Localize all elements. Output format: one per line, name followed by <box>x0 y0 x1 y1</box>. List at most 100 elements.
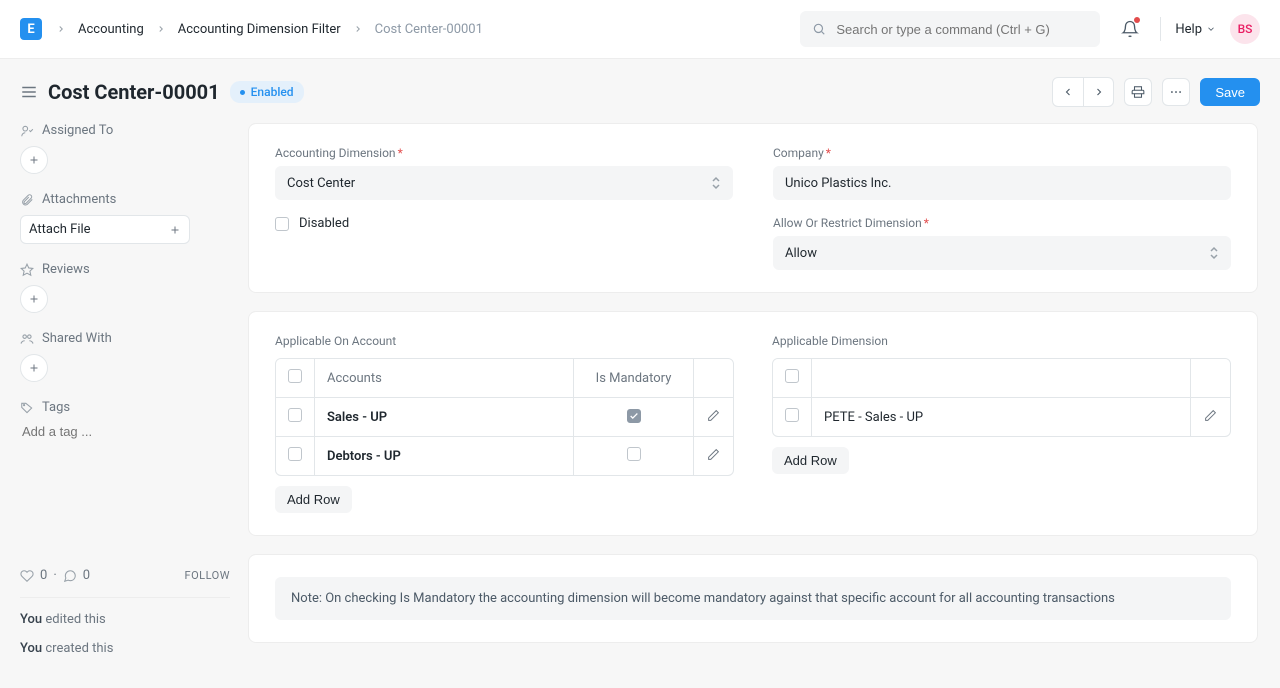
company-label: Company* <box>773 146 1231 160</box>
account-cell[interactable]: Sales - UP <box>314 398 573 437</box>
tables-card: Applicable On Account Accounts Is Mandat… <box>248 311 1258 536</box>
account-cell[interactable]: Debtors - UP <box>314 437 573 475</box>
applicable-dimension-title: Applicable Dimension <box>772 334 1231 348</box>
edit-row-button[interactable] <box>707 409 720 422</box>
notification-dot-icon <box>1134 17 1140 23</box>
mandatory-checkbox[interactable] <box>627 409 641 423</box>
activity-edited: You edited this <box>20 612 230 627</box>
page-header: Cost Center-00001 Enabled Save <box>0 59 1280 123</box>
nav-separator <box>1160 17 1161 41</box>
chevron-right-icon <box>353 24 363 34</box>
allow-restrict-select[interactable]: Allow <box>773 236 1231 270</box>
accounting-dimension-value: Cost Center <box>287 176 355 191</box>
paperclip-icon <box>20 193 34 207</box>
breadcrumb-item-filter[interactable]: Accounting Dimension Filter <box>178 22 341 37</box>
plus-icon <box>169 224 181 236</box>
attachments-text: Attachments <box>42 192 116 207</box>
next-record-button[interactable] <box>1083 78 1113 106</box>
add-share-button[interactable] <box>20 354 48 382</box>
company-value: Unico Plastics Inc. <box>785 176 891 191</box>
breadcrumb-item-accounting[interactable]: Accounting <box>78 22 144 37</box>
sidebar-toggle-button[interactable] <box>20 83 38 101</box>
table-row: PETE - Sales - UP <box>773 398 1230 436</box>
allow-restrict-value: Allow <box>785 246 817 261</box>
edit-row-button[interactable] <box>1204 409 1217 422</box>
dimension-header <box>811 359 1190 398</box>
assigned-to-label: Assigned To <box>20 123 230 138</box>
more-actions-button[interactable] <box>1162 78 1190 106</box>
accounts-header: Accounts <box>314 359 573 398</box>
updown-icon <box>711 176 721 190</box>
edit-row-button[interactable] <box>707 448 720 461</box>
breadcrumb: Accounting Accounting Dimension Filter C… <box>56 22 483 37</box>
notifications-button[interactable] <box>1114 13 1146 45</box>
assigned-to-text: Assigned To <box>42 123 113 138</box>
attachments-label: Attachments <box>20 192 230 207</box>
allow-restrict-label: Allow Or Restrict Dimension* <box>773 216 1231 230</box>
activity-who: You <box>20 612 42 627</box>
global-search[interactable] <box>800 11 1100 47</box>
mandatory-checkbox[interactable] <box>627 447 641 461</box>
main-content: Accounting Dimension* Cost Center Disabl… <box>248 123 1260 670</box>
heart-icon[interactable] <box>20 569 34 583</box>
activity-rest: created this <box>42 641 113 656</box>
status-badge-text: Enabled <box>251 85 294 99</box>
shared-with-label: Shared With <box>20 331 230 346</box>
reviews-text: Reviews <box>42 262 90 277</box>
accounting-dimension-label: Accounting Dimension* <box>275 146 733 160</box>
row-checkbox[interactable] <box>785 408 799 422</box>
star-icon <box>20 263 34 277</box>
page-title: Cost Center-00001 <box>48 80 220 104</box>
add-account-row-button[interactable]: Add Row <box>275 486 352 513</box>
chevron-right-icon <box>56 24 66 34</box>
note-card: Note: On checking Is Mandatory the accou… <box>248 554 1258 643</box>
tag-input[interactable] <box>20 423 230 440</box>
add-dimension-row-button[interactable]: Add Row <box>772 447 849 474</box>
mandatory-note: Note: On checking Is Mandatory the accou… <box>275 577 1231 620</box>
user-check-icon <box>20 124 34 138</box>
row-checkbox[interactable] <box>288 408 302 422</box>
row-checkbox[interactable] <box>288 447 302 461</box>
chevron-right-icon <box>156 24 166 34</box>
status-dot-icon <box>240 90 245 95</box>
company-select[interactable]: Unico Plastics Inc. <box>773 166 1231 200</box>
activity-rest: edited this <box>42 612 106 627</box>
top-navbar: E Accounting Accounting Dimension Filter… <box>0 0 1280 59</box>
updown-icon <box>1209 246 1219 260</box>
select-all-accounts-checkbox[interactable] <box>288 369 302 383</box>
activity-who: You <box>20 641 42 656</box>
tag-icon <box>20 401 34 415</box>
reviews-label: Reviews <box>20 262 230 277</box>
users-icon <box>20 332 34 346</box>
table-row: Sales - UP <box>276 398 733 437</box>
accounting-dimension-select[interactable]: Cost Center <box>275 166 733 200</box>
comment-icon[interactable] <box>63 569 77 583</box>
select-all-dimensions-checkbox[interactable] <box>785 369 799 383</box>
help-label: Help <box>1175 22 1202 37</box>
help-dropdown[interactable]: Help <box>1175 22 1216 37</box>
tags-label: Tags <box>20 400 230 415</box>
follow-button[interactable]: FOLLOW <box>185 569 230 582</box>
attach-file-label: Attach File <box>29 222 91 237</box>
save-button[interactable]: Save <box>1200 78 1260 106</box>
applicable-account-table: Accounts Is Mandatory Sales - UP <box>275 358 734 476</box>
record-paginator <box>1052 77 1114 107</box>
prev-record-button[interactable] <box>1053 78 1083 106</box>
search-icon <box>812 22 826 36</box>
print-button[interactable] <box>1124 78 1152 106</box>
mandatory-header: Is Mandatory <box>573 359 693 398</box>
likes-count: 0 <box>40 568 47 583</box>
disabled-checkbox[interactable] <box>275 217 289 231</box>
table-row: Debtors - UP <box>276 437 733 475</box>
user-avatar[interactable]: BS <box>1230 14 1260 44</box>
attach-file-button[interactable]: Attach File <box>20 215 190 244</box>
applicable-account-title: Applicable On Account <box>275 334 734 348</box>
add-assignee-button[interactable] <box>20 146 48 174</box>
document-sidebar: Assigned To Attachments Attach File Revi… <box>20 123 230 670</box>
shared-with-text: Shared With <box>42 331 112 346</box>
app-logo[interactable]: E <box>20 18 42 40</box>
dimension-cell[interactable]: PETE - Sales - UP <box>811 398 1190 436</box>
form-card: Accounting Dimension* Cost Center Disabl… <box>248 123 1258 293</box>
add-review-button[interactable] <box>20 285 48 313</box>
search-input[interactable] <box>834 21 1088 38</box>
